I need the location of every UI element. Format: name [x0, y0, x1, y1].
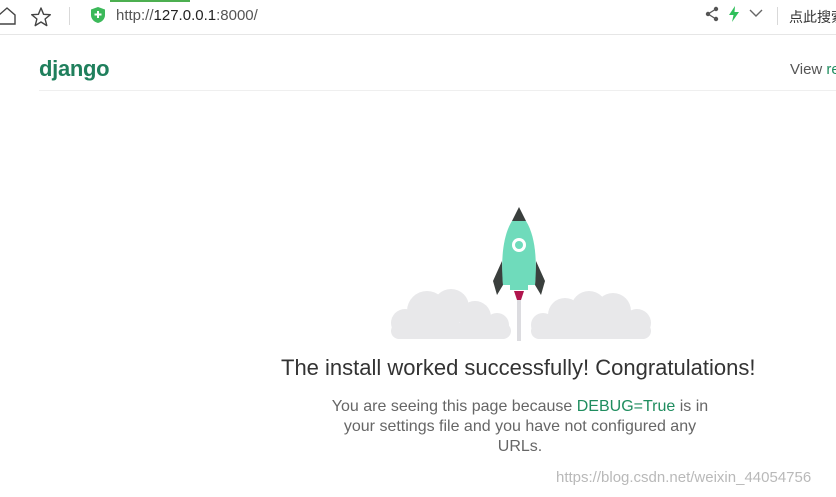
django-logo[interactable]: django [39, 56, 110, 82]
rocket-illustration [385, 203, 655, 343]
home-icon[interactable] [0, 6, 16, 31]
csdn-watermark: https://blog.csdn.net/weixin_44054756 [556, 469, 812, 486]
toolbar-divider [69, 7, 70, 25]
address-bar[interactable]: http://127.0.0.1:8000/ [116, 7, 258, 24]
share-icon[interactable] [705, 6, 719, 27]
chevron-down-icon[interactable] [749, 6, 763, 24]
page-header: django View re [39, 35, 836, 91]
search-box-label[interactable]: 点此搜索 [789, 7, 836, 27]
bookmark-star-icon[interactable] [30, 6, 52, 33]
rocket-body [502, 221, 536, 285]
rocket-fin-right [535, 261, 545, 295]
url-scheme: http:// [116, 7, 154, 24]
release-link-accent: re [826, 61, 836, 78]
toolbar-divider [777, 7, 778, 25]
browser-toolbar: http://127.0.0.1:8000/ 点此搜索 [0, 0, 836, 35]
url-port-path: :8000/ [216, 7, 258, 24]
secure-shield-icon[interactable] [90, 6, 106, 29]
release-link-text: View [790, 61, 827, 78]
rocket-fin-left [493, 261, 503, 295]
tab-indicator [110, 0, 190, 2]
view-release-notes-link[interactable]: View re [790, 61, 836, 78]
debug-setting: DEBUG=True [576, 398, 676, 415]
success-description: You are seeing this page because DEBUG=T… [330, 397, 710, 457]
rocket-base [510, 285, 528, 290]
rocket-flame [514, 291, 524, 300]
headline-text: The install worked successfully! Congrat… [281, 355, 756, 380]
desc-text-1: You are seeing this page because [331, 398, 577, 415]
url-host: 127.0.0.1 [153, 7, 217, 24]
lightning-icon[interactable] [728, 6, 740, 27]
rocket-nose [512, 207, 526, 221]
